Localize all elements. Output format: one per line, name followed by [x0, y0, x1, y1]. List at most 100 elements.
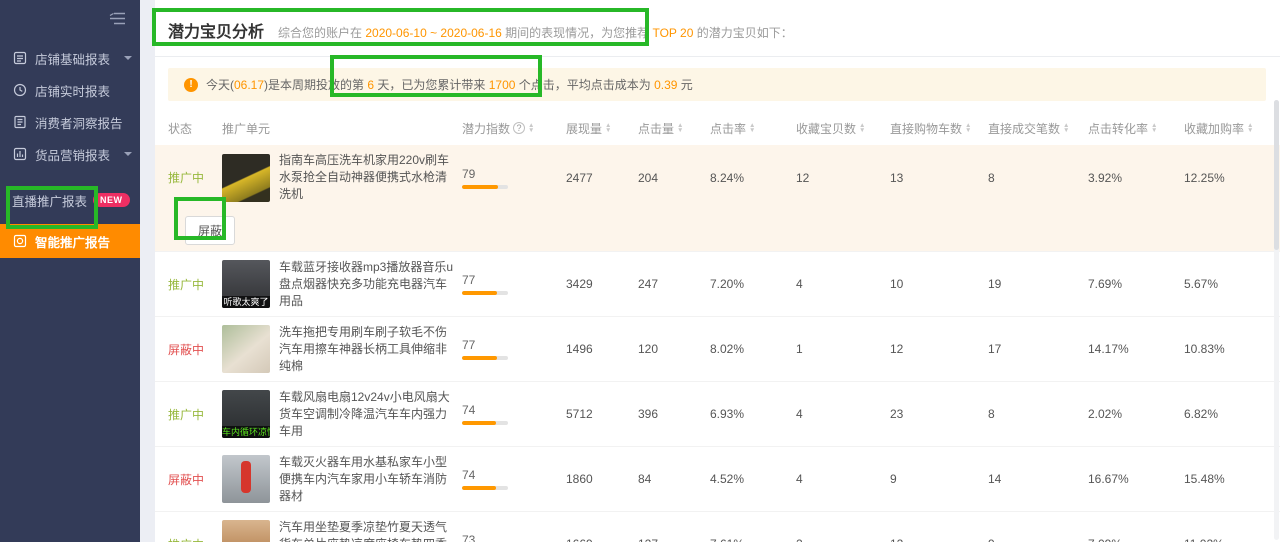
cell-clicks: 396 — [638, 407, 710, 421]
cell-clicks: 120 — [638, 342, 710, 356]
cell-orders: 9 — [988, 537, 1088, 542]
sidebar-item-shop-realtime-report[interactable]: 店铺实时报表 — [0, 74, 140, 106]
sidebar-item-goods-marketing-report[interactable]: 货品营销报表 — [0, 138, 140, 170]
cell-ctr: 8.24% — [710, 171, 796, 185]
product-image[interactable]: 听歌太爽了 — [222, 260, 270, 308]
document-icon — [13, 115, 27, 129]
sidebar-item-label: 智能推广报告 — [35, 232, 110, 251]
cell-fav-cart-rate: 5.67% — [1184, 277, 1268, 291]
product-title[interactable]: 洗车拖把专用刷车刷子软毛不伤汽车用擦车神器长柄工具伸缩非纯棉 — [279, 324, 457, 375]
sort-icon[interactable]: ▲▼ — [677, 123, 683, 133]
scrollbar-thumb[interactable] — [1274, 100, 1279, 250]
column-header-fav-cart-rate[interactable]: 收藏加购率▲▼ — [1184, 120, 1268, 137]
product-image[interactable] — [222, 455, 270, 503]
table-row: 推广中 车内循环凉快 车载风扇电扇12v24v小电风扇大货车空调制冷降温汽车车内… — [155, 382, 1280, 447]
smart-report-icon — [13, 234, 27, 248]
avg-click-cost: 0.39 — [654, 78, 677, 92]
chevron-down-icon — [124, 150, 132, 158]
column-header-favorites[interactable]: 收藏宝贝数▲▼ — [796, 120, 890, 137]
product-title[interactable]: 汽车用坐垫夏季凉垫竹夏天透气货车单片座垫凉席座椅车垫四季通用 — [279, 519, 457, 542]
cell-clicks: 127 — [638, 537, 710, 542]
product-title[interactable]: 车载蓝牙接收器mp3播放器音乐u盘点烟器快充多功能充电器汽车用品 — [279, 259, 457, 310]
sort-icon[interactable]: ▲▼ — [965, 123, 971, 133]
column-header-carts[interactable]: 直接购物车数▲▼ — [890, 120, 988, 137]
desc-text: 的潜力宝贝如下： — [693, 26, 792, 40]
cell-cvr: 14.17% — [1088, 342, 1184, 356]
table-row: 屏蔽中 车载灭火器车用水基私家车小型便携车内汽车家用小车轿车消防器材 74 18… — [155, 447, 1280, 512]
cell-orders: 8 — [988, 171, 1088, 185]
product-image[interactable] — [222, 154, 270, 202]
product-title[interactable]: 车载风扇电扇12v24v小电风扇大货车空调制冷降温汽车车内强力车用 — [279, 389, 457, 440]
cell-impressions: 1860 — [566, 472, 638, 486]
potential-index-bar — [462, 421, 508, 425]
status-badge: 推广中 — [168, 171, 204, 185]
column-header-clicks[interactable]: 点击量▲▼ — [638, 120, 710, 137]
cell-fav-cart-rate: 11.02% — [1184, 537, 1268, 542]
column-header-cvr[interactable]: 点击转化率▲▼ — [1088, 120, 1184, 137]
table-row: 推广中 汽车用坐垫夏季凉垫竹夏天透气货车单片座垫凉席座椅车垫四季通用 73 16… — [155, 512, 1280, 542]
cell-carts: 12 — [890, 537, 988, 542]
cell-fav-cart-rate: 15.48% — [1184, 472, 1268, 486]
row-action-bar: 屏蔽 — [155, 210, 1280, 252]
column-header-potential-index[interactable]: 潜力指数▲▼ — [462, 120, 566, 137]
sidebar-item-shop-basic-report[interactable]: 店铺基础报表 — [0, 42, 140, 74]
cell-ctr: 8.02% — [710, 342, 796, 356]
potential-index-bar — [462, 291, 508, 295]
cell-carts: 12 — [890, 342, 988, 356]
status-badge: 屏蔽中 — [168, 473, 204, 487]
product-title[interactable]: 车载灭火器车用水基私家车小型便携车内汽车家用小车轿车消防器材 — [279, 454, 457, 505]
desc-text: 期间的表现情况，为您推荐 — [502, 26, 653, 40]
status-badge: 推广中 — [168, 408, 204, 422]
cell-fav-cart-rate: 6.82% — [1184, 407, 1268, 421]
cell-carts: 9 — [890, 472, 988, 486]
column-header-impressions[interactable]: 展现量▲▼ — [566, 120, 638, 137]
notice-text: 今天(06.17)是本周期投放的第 6 天，已为您累计带来 1700 个点击，平… — [206, 76, 693, 93]
sidebar-item-smart-promotion-report[interactable]: 智能推广报告 — [0, 224, 140, 258]
cell-clicks: 84 — [638, 472, 710, 486]
sort-icon[interactable]: ▲▼ — [528, 123, 534, 133]
sort-icon[interactable]: ▲▼ — [605, 123, 611, 133]
potential-index-bar — [462, 486, 508, 490]
cell-clicks: 247 — [638, 277, 710, 291]
potential-index-value: 79 — [462, 167, 566, 181]
product-image[interactable] — [222, 520, 270, 542]
status-badge: 屏蔽中 — [168, 343, 204, 357]
sort-icon[interactable]: ▲▼ — [1151, 123, 1157, 133]
status-badge: 推广中 — [168, 538, 204, 542]
sidebar: 店铺基础报表 店铺实时报表 消费者洞察报告 货品营销报表 直播推广报表 NEW … — [0, 0, 140, 542]
column-header-ctr[interactable]: 点击率▲▼ — [710, 120, 796, 137]
cell-orders: 17 — [988, 342, 1088, 356]
sort-icon[interactable]: ▲▼ — [1247, 123, 1253, 133]
product-image[interactable]: 车内循环凉快 — [222, 390, 270, 438]
sort-icon[interactable]: ▲▼ — [1063, 123, 1069, 133]
chevron-down-icon — [124, 54, 132, 62]
total-clicks: 1700 — [489, 78, 516, 92]
summary-notice-bar: ! 今天(06.17)是本周期投放的第 6 天，已为您累计带来 1700 个点击… — [168, 68, 1266, 101]
product-title[interactable]: 指南车高压洗车机家用220v刷车水泵抢全自动神器便携式水枪清洗机 — [279, 152, 457, 203]
top-20-label: TOP 20 — [652, 26, 693, 40]
sidebar-item-consumer-insight-report[interactable]: 消费者洞察报告 — [0, 106, 140, 138]
cell-cvr: 7.69% — [1088, 277, 1184, 291]
sort-icon[interactable]: ▲▼ — [749, 123, 755, 133]
collapse-sidebar-icon[interactable] — [0, 0, 140, 34]
report-icon — [13, 51, 27, 65]
main-panel: 潜力宝贝分析 综合您的账户在 2020-06-10 ~ 2020-06-16 期… — [155, 0, 1280, 542]
cell-favorites: 12 — [796, 171, 890, 185]
table-row: 屏蔽中 洗车拖把专用刷车刷子软毛不伤汽车用擦车神器长柄工具伸缩非纯棉 77 14… — [155, 317, 1280, 382]
sidebar-item-label: 消费者洞察报告 — [35, 113, 123, 132]
cell-orders: 8 — [988, 407, 1088, 421]
help-icon[interactable] — [513, 122, 525, 134]
new-badge: NEW — [93, 193, 130, 207]
cell-favorites: 1 — [796, 342, 890, 356]
cell-favorites: 2 — [796, 537, 890, 542]
sidebar-item-live-promotion-report[interactable]: 直播推广报表 NEW — [0, 184, 140, 216]
product-image[interactable] — [222, 325, 270, 373]
cell-fav-cart-rate: 12.25% — [1184, 171, 1268, 185]
sort-icon[interactable]: ▲▼ — [859, 123, 865, 133]
cell-favorites: 4 — [796, 277, 890, 291]
cell-impressions: 1496 — [566, 342, 638, 356]
table-header-row: 状态 推广单元 潜力指数▲▼ 展现量▲▼ 点击量▲▼ 点击率▲▼ 收藏宝贝数▲▼… — [155, 111, 1280, 145]
vertical-scrollbar[interactable] — [1274, 100, 1279, 540]
block-button[interactable]: 屏蔽 — [185, 216, 235, 245]
column-header-orders[interactable]: 直接成交笔数▲▼ — [988, 120, 1088, 137]
